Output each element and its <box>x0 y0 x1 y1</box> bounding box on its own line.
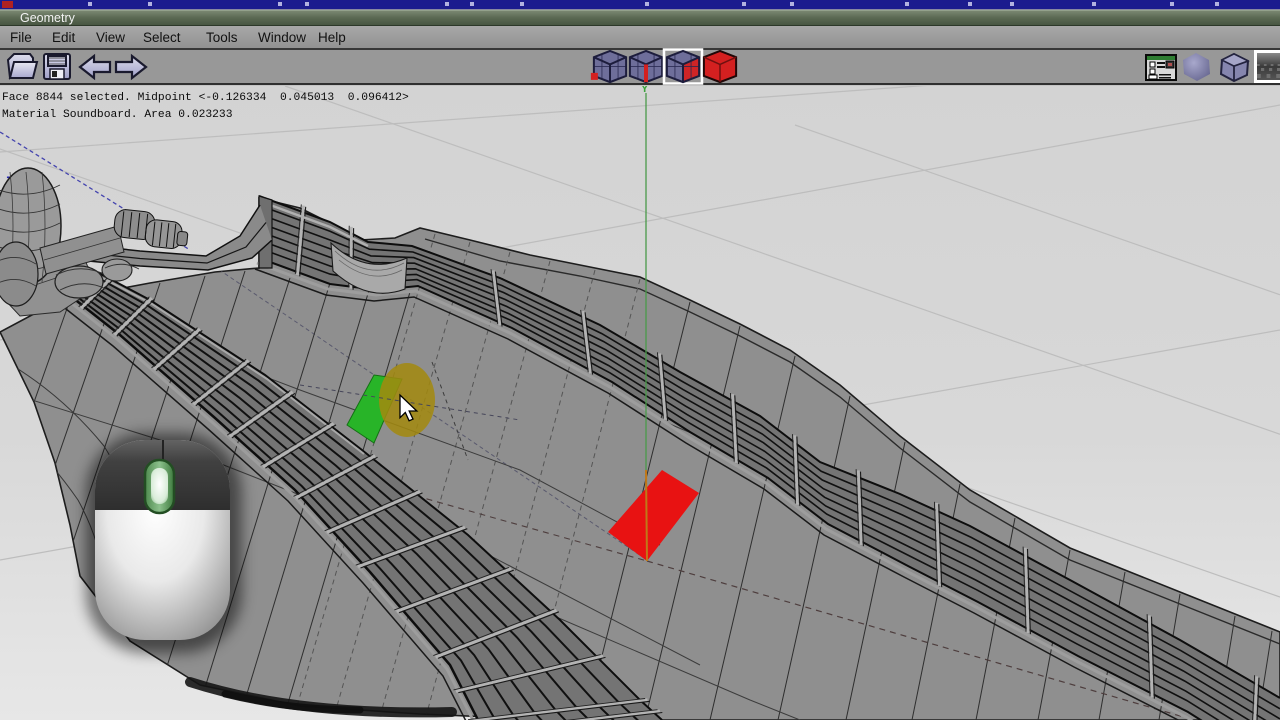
svg-text:Material Soundboard. Area 0.02: Material Soundboard. Area 0.023233 <box>2 109 233 121</box>
svg-text:Window: Window <box>258 30 306 45</box>
svg-text:Tools: Tools <box>206 30 238 45</box>
svg-text:Geometry: Geometry <box>20 11 76 25</box>
svg-text:View: View <box>96 30 125 45</box>
svg-text:Select: Select <box>143 30 181 45</box>
svg-text:Face 8844 selected. Midpoint <: Face 8844 selected. Midpoint <-0.126334 … <box>2 92 409 104</box>
svg-text:Edit: Edit <box>52 30 76 45</box>
svg-text:Help: Help <box>318 30 346 45</box>
svg-text:File: File <box>10 30 32 45</box>
